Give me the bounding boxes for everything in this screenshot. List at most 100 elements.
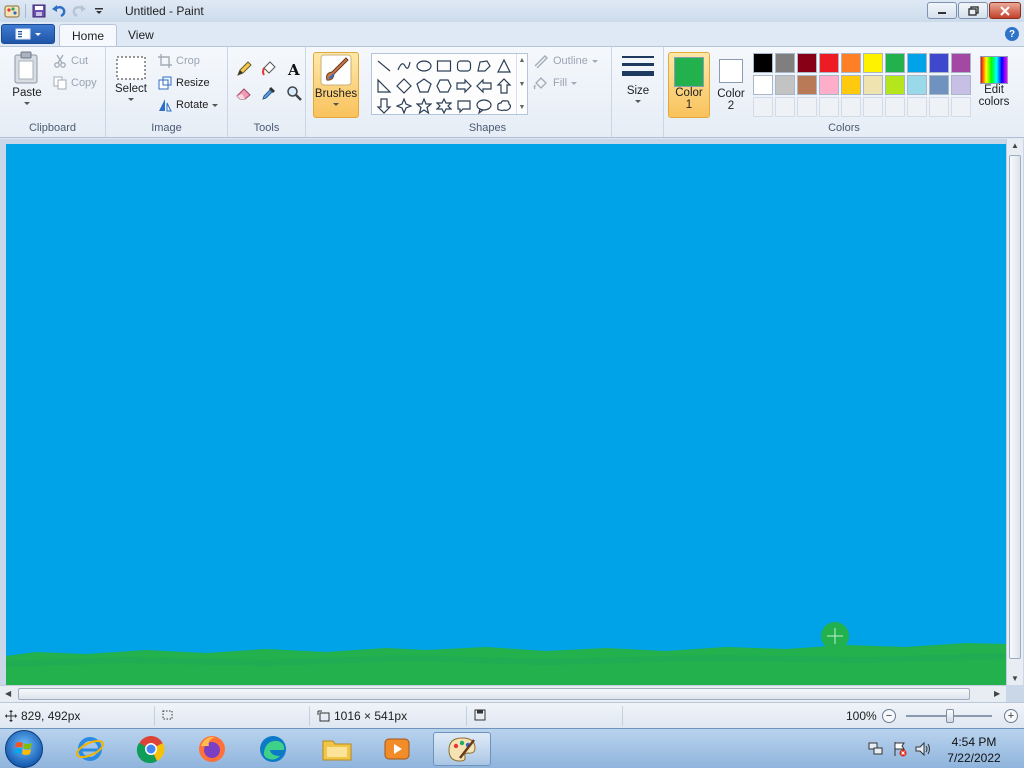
- colors-group-label: Colors: [828, 122, 860, 134]
- brushes-button[interactable]: Brushes: [313, 52, 359, 118]
- rotate-arrow-icon: [212, 103, 219, 107]
- internet-explorer-taskbar-icon[interactable]: [65, 732, 115, 766]
- save-icon[interactable]: [29, 1, 49, 21]
- right-triangle-shape-icon[interactable]: [374, 76, 394, 96]
- horizontal-scrollbar[interactable]: ◀ ▶: [0, 685, 1006, 702]
- four-point-star-shape-icon[interactable]: [394, 96, 414, 116]
- six-point-star-shape-icon[interactable]: [434, 96, 454, 116]
- ribbon-tabs: Home View ?: [0, 22, 1024, 46]
- tools-grid: A: [233, 58, 305, 103]
- selection-size-item: [161, 709, 174, 721]
- shapes-scroll-up-icon[interactable]: ▲: [519, 57, 526, 64]
- fill-arrow-icon: [571, 81, 578, 85]
- paste-label: Paste: [12, 87, 42, 99]
- rounded-rectangle-shape-icon[interactable]: [454, 56, 474, 76]
- paint-taskbar-icon[interactable]: [433, 732, 491, 766]
- start-button[interactable]: [5, 730, 43, 768]
- clipboard-group: Paste Cut Copy Clipboard: [0, 47, 106, 137]
- close-button[interactable]: [989, 2, 1021, 19]
- rectangle-shape-icon[interactable]: [434, 56, 454, 76]
- text-icon[interactable]: A: [283, 58, 305, 79]
- scroll-up-icon[interactable]: ▲: [1011, 141, 1019, 150]
- ribbon-home: Paste Cut Copy Clipboard Select Crop Res…: [0, 46, 1024, 138]
- outline-button[interactable]: Outline: [533, 54, 598, 68]
- left-arrow-shape-icon[interactable]: [474, 76, 494, 96]
- up-arrow-shape-icon[interactable]: [494, 76, 514, 96]
- rotate-button[interactable]: Rotate: [158, 98, 219, 112]
- shapes-gallery: ▲ ▼ ▼: [371, 53, 528, 115]
- copy-button[interactable]: Copy: [53, 76, 97, 90]
- tab-home[interactable]: Home: [59, 24, 118, 46]
- zoom-level-item: 100%: [846, 709, 877, 723]
- oval-shape-icon[interactable]: [414, 56, 434, 76]
- zoom-in-button[interactable]: +: [1004, 709, 1018, 723]
- paste-button[interactable]: Paste: [8, 51, 46, 105]
- crop-button[interactable]: Crop: [158, 54, 200, 68]
- cloud-callout-shape-icon[interactable]: [494, 96, 514, 116]
- right-arrow-shape-icon[interactable]: [454, 76, 474, 96]
- line-shape-icon[interactable]: [374, 56, 394, 76]
- network-icon[interactable]: [868, 741, 884, 760]
- edge-taskbar-icon[interactable]: [248, 732, 298, 766]
- restore-button[interactable]: [958, 2, 988, 19]
- drawing-canvas[interactable]: [6, 144, 1006, 685]
- canvas-size-icon: [317, 710, 330, 722]
- minimize-button[interactable]: [927, 2, 957, 19]
- cut-button[interactable]: Cut: [53, 54, 88, 68]
- triangle-shape-icon[interactable]: [494, 56, 514, 76]
- paste-arrow-icon: [24, 102, 30, 105]
- undo-icon[interactable]: [49, 1, 69, 21]
- help-icon[interactable]: ?: [1005, 27, 1019, 41]
- diamond-shape-icon[interactable]: [394, 76, 414, 96]
- customize-qat-icon[interactable]: [89, 1, 109, 21]
- scroll-right-icon[interactable]: ▶: [994, 689, 1000, 698]
- zoom-slider-thumb[interactable]: [946, 709, 954, 723]
- fill-button[interactable]: Fill: [533, 76, 578, 90]
- cursor-position-item: 829, 492px: [5, 709, 80, 723]
- taskbar-clock[interactable]: 4:54 PM 7/22/2022: [944, 734, 1004, 766]
- oval-callout-shape-icon[interactable]: [474, 96, 494, 116]
- shapes-more-icon[interactable]: ▼: [519, 104, 526, 111]
- size-button[interactable]: Size: [620, 53, 656, 103]
- eraser-icon[interactable]: [233, 82, 255, 103]
- hexagon-shape-icon[interactable]: [434, 76, 454, 96]
- status-divider: [622, 706, 623, 726]
- firefox-taskbar-icon[interactable]: [187, 732, 237, 766]
- outline-arrow-icon: [591, 59, 598, 63]
- polygon-shape-icon[interactable]: [474, 56, 494, 76]
- scroll-down-icon[interactable]: ▼: [1011, 674, 1019, 683]
- chrome-taskbar-icon[interactable]: [126, 732, 176, 766]
- magnifier-icon[interactable]: [283, 82, 305, 103]
- zoom-out-button[interactable]: −: [882, 709, 896, 723]
- shapes-scroll-down-icon[interactable]: ▼: [519, 81, 526, 88]
- pentagon-shape-icon[interactable]: [414, 76, 434, 96]
- rounded-callout-shape-icon[interactable]: [454, 96, 474, 116]
- redo-icon[interactable]: [69, 1, 89, 21]
- canvas-workspace: ▲ ▼ ◀ ▶: [0, 139, 1024, 702]
- vertical-scroll-thumb[interactable]: [1009, 155, 1021, 659]
- resize-button[interactable]: Resize: [158, 76, 210, 90]
- pencil-icon[interactable]: [233, 58, 255, 79]
- color-picker-icon[interactable]: [258, 82, 280, 103]
- paste-icon: [14, 51, 38, 84]
- horizontal-scroll-thumb[interactable]: [18, 688, 970, 700]
- crop-label: Crop: [176, 55, 200, 67]
- vertical-scrollbar[interactable]: ▲ ▼: [1006, 139, 1023, 685]
- five-point-star-shape-icon[interactable]: [414, 96, 434, 116]
- shapes-scroller[interactable]: ▲ ▼ ▼: [516, 54, 527, 114]
- file-explorer-taskbar-icon[interactable]: [312, 732, 362, 766]
- fill-bucket-icon[interactable]: [258, 58, 280, 79]
- paint-app-icon[interactable]: [2, 1, 22, 21]
- curve-shape-icon[interactable]: [394, 56, 414, 76]
- media-player-taskbar-icon[interactable]: [372, 732, 422, 766]
- scroll-left-icon[interactable]: ◀: [5, 689, 11, 698]
- paint-menu-button[interactable]: [1, 24, 55, 44]
- rotate-icon: [159, 99, 172, 112]
- action-center-icon[interactable]: [892, 741, 908, 760]
- volume-icon[interactable]: [915, 741, 933, 760]
- selection-size-icon: [162, 710, 173, 720]
- status-bar: 829, 492px 1016 × 541px 100% − +: [0, 702, 1024, 728]
- down-arrow-shape-icon[interactable]: [374, 96, 394, 116]
- tab-view[interactable]: View: [116, 24, 166, 46]
- select-button[interactable]: Select: [112, 55, 150, 101]
